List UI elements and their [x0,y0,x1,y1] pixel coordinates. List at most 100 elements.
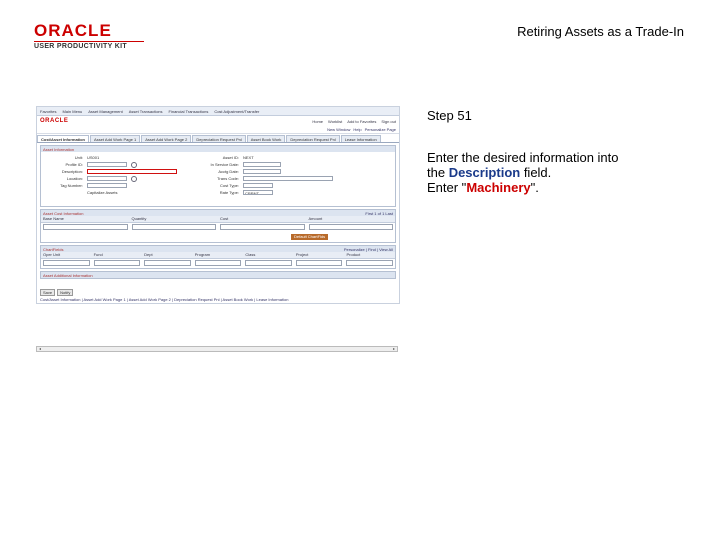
column-header: Base Name [43,216,64,221]
grid-cell[interactable] [144,259,191,266]
screenshot-action-bar: Save Notify [40,289,74,296]
description-field[interactable] [87,169,177,174]
screenshot-brand-bar: ORACLE Home Worklist Add to Favorites Si… [37,116,399,126]
grid-cell[interactable] [295,259,343,266]
chartfields-grid-row [41,259,395,266]
save-button[interactable]: Save [40,289,56,296]
oracle-upk-logo: ORACLE USER PRODUCTIVITY KIT [34,21,144,50]
notify-button[interactable]: Notify [57,289,74,296]
chartfields-grid-header: Oper Unit Fund Dept Program Class Projec… [41,252,395,259]
topnav-item[interactable]: Financial Transactions [169,109,209,114]
asset-information-header: Asset Information [41,146,395,152]
help-link[interactable]: Help [353,127,361,132]
screenshot-bottom-links[interactable]: Cost/Asset Information | Asset Add Work … [40,297,288,302]
grid-cell[interactable] [194,259,242,266]
tab-lease-information[interactable]: Lease Information [340,135,381,142]
cost-grid-row [41,223,395,230]
location-field[interactable] [87,176,127,181]
grid-cell[interactable] [245,259,292,266]
acctg-date-field[interactable] [243,169,281,174]
text-fragment: the [427,165,449,180]
unit-label: Unit: [74,155,83,160]
tab-cost-asset-information[interactable]: Cost/Asset Information [37,135,90,142]
trans-code-select[interactable] [243,176,333,181]
document-title: Retiring Assets as a Trade-In [517,24,684,39]
entry-value: Machinery [466,180,531,195]
column-header: Oper Unit [43,252,61,257]
column-header: Project [295,252,309,257]
location-label: Location: [66,176,83,181]
column-header: Program [194,252,211,257]
topnav-item[interactable]: Cost Adjustment/Transfer [214,109,259,114]
in-service-date-label: In Service Date: [210,162,239,167]
grid-cell[interactable] [93,259,141,266]
profile-id-label: Profile ID: [65,162,83,167]
sign-out-link[interactable]: Sign out [381,119,396,124]
grid-cell[interactable] [308,223,393,230]
asset-id-value: NEXT [243,155,254,160]
topnav-item[interactable]: Main Menu [62,109,82,114]
screenshot-header-links: Home Worklist Add to Favorites Sign out [312,119,396,124]
cost-type-field[interactable] [243,183,273,188]
cost-grid-header: Base Name Quantity Cost Amount [41,216,395,223]
step-number: Step 51 [427,108,472,123]
screenshot-top-navigation: Favorites Main Menu Asset Management Ass… [37,107,399,116]
location-lookup-icon[interactable] [131,176,137,182]
profile-lookup-icon[interactable] [131,162,137,168]
asset-information-section: Asset Information Unit: US001 Profile ID… [40,145,396,207]
chartfields-navigation[interactable]: Personalize | Find | View All [344,247,395,252]
personalize-page-link[interactable]: Personalize Page [365,127,396,132]
rate-type-label: Rate Type: [219,190,239,195]
grid-cell[interactable] [43,223,128,230]
tag-number-field[interactable] [87,183,127,188]
unit-value: US001 [87,155,100,160]
text-fragment: ". [530,180,539,195]
section-title: Asset Additional Information [43,272,93,278]
topnav-item[interactable]: Asset Management [88,109,122,114]
grid-cell[interactable] [43,259,90,266]
worklist-link[interactable]: Worklist [328,119,342,124]
additional-information-section[interactable]: Asset Additional Information [40,271,396,279]
default-chartfields-button[interactable]: Default ChartFlds [291,234,329,240]
text-fragment: Enter " [427,180,467,195]
tab-depreciation-request[interactable]: Depreciation Request Pnl [192,135,246,142]
tab-asset-book-work[interactable]: Asset Book Work [246,135,286,142]
instruction-line-2: the Description field. [427,165,687,180]
column-header: Quantity [131,216,147,221]
new-window-link[interactable]: New Window [327,127,350,132]
column-header: Fund [93,252,103,257]
asset-id-label: Asset ID: [222,155,239,160]
column-header: Class [245,252,256,257]
column-header: Dept [144,252,153,257]
tag-number-label: Tag Number: [60,183,83,188]
chartfields-section: ChartFields Personalize | Find | View Al… [40,245,396,269]
tab-depreciation-request-2[interactable]: Depreciation Request Pnl [286,135,340,142]
scroll-left-arrow-icon[interactable]: ◂ [37,347,43,351]
topnav-item[interactable]: Asset Transactions [129,109,163,114]
step-instructions: Enter the desired information into the D… [427,150,687,195]
scroll-right-arrow-icon[interactable]: ▸ [391,347,397,351]
column-header: Product [346,252,361,257]
column-header: Cost [220,216,229,221]
home-link[interactable]: Home [312,119,323,124]
add-to-favorites-link[interactable]: Add to Favorites [347,119,376,124]
grid-cell[interactable] [346,259,394,266]
description-label: Description: [61,169,83,174]
rate-type-field[interactable]: CRRNT [243,190,273,195]
tab-asset-add-work-page-2[interactable]: Asset Add Work Page 2 [141,135,192,142]
topnav-item[interactable]: Favorites [40,109,56,114]
in-service-date-field[interactable] [243,162,281,167]
grid-cell[interactable] [131,223,216,230]
additional-information-header[interactable]: Asset Additional Information [41,272,395,278]
logo-brand: ORACLE [34,21,112,40]
screenshot-subnav: New Window Help Personalize Page [37,126,399,134]
screenshot-oracle-logo: ORACLE [40,118,69,124]
horizontal-scrollbar[interactable]: ◂ ▸ [36,346,398,352]
screenshot-page-tabs: Cost/Asset Information Asset Add Work Pa… [37,135,399,143]
field-name: Description [448,165,521,180]
grid-cell[interactable] [220,223,305,230]
capitalize-assets-checkbox[interactable]: Capitalize Assets [87,190,117,195]
profile-id-field[interactable] [87,162,127,167]
cost-row-navigation[interactable]: First 1 of 1 Last [365,211,395,216]
tab-asset-add-work-page-1[interactable]: Asset Add Work Page 1 [90,135,141,142]
